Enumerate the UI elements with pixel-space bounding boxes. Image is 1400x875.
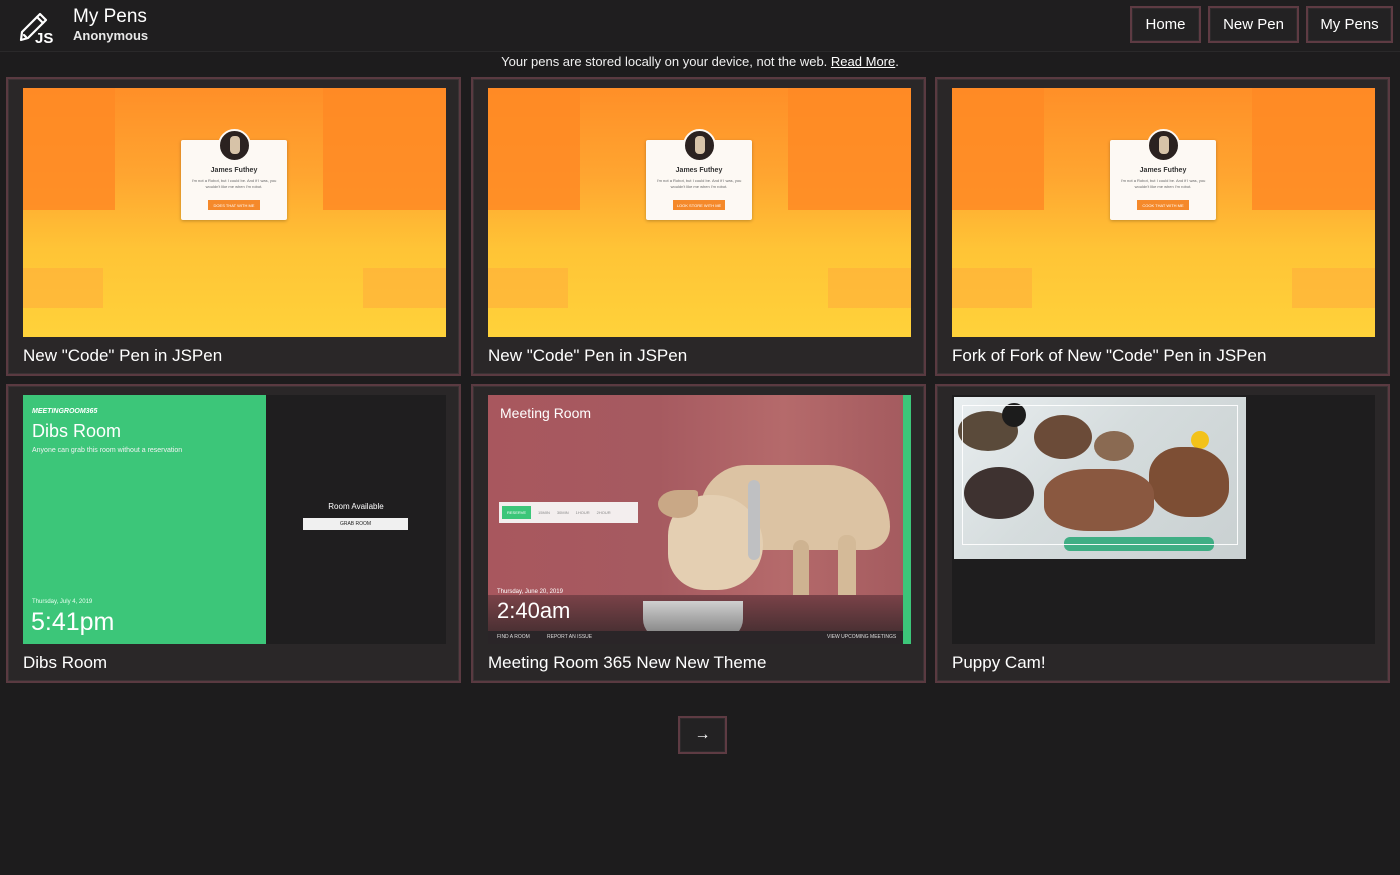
dibs-status-panel: MEETINGROOM365 Dibs Room Anyone can grab… (23, 395, 266, 644)
pen-title[interactable]: Dibs Room (23, 653, 107, 673)
profile-button: COOK THAT WITH ME (1137, 200, 1189, 210)
thumbnail-shape (323, 88, 446, 210)
pen-thumbnail[interactable] (952, 395, 1375, 644)
dibs-availability: Room Available (328, 502, 384, 511)
thumbnail-shape (1252, 88, 1375, 210)
svg-text:JS: JS (35, 30, 53, 46)
duration-tab: 2HOUR (596, 510, 611, 515)
profile-card: James Futhey I'm not a Robot, but I coul… (181, 129, 287, 220)
pen-card[interactable]: James Futhey I'm not a Robot, but I coul… (6, 77, 461, 376)
profile-card: James Futhey I'm not a Robot, but I coul… (646, 129, 752, 220)
new-pen-button[interactable]: New Pen (1208, 6, 1299, 43)
pen-thumbnail[interactable]: James Futhey I'm not a Robot, but I coul… (488, 88, 911, 337)
next-page-button[interactable]: → (678, 716, 727, 754)
app-header: JS My Pens Anonymous Home New Pen My Pen… (0, 0, 1400, 52)
storage-notice: Your pens are stored locally on your dev… (0, 54, 1400, 69)
profile-bio: I'm not a Robot, but I could be. And if … (656, 178, 742, 189)
pen-card[interactable]: James Futhey I'm not a Robot, but I coul… (935, 77, 1390, 376)
thumbnail-shape (488, 88, 580, 210)
thumbnail-shape (828, 268, 911, 308)
profile-button: DOES THAT WITH ME (208, 200, 260, 210)
duration-tab: 15MIN (538, 510, 550, 515)
report-issue-link: REPORT AN ISSUE (547, 634, 593, 640)
pen-card[interactable]: James Futhey I'm not a Robot, but I coul… (471, 77, 926, 376)
pen-title[interactable]: New "Code" Pen in JSPen (488, 346, 687, 366)
duration-tab: 1HOUR (575, 510, 590, 515)
dibs-description: Anyone can grab this room without a rese… (32, 447, 183, 454)
avatar (1147, 129, 1180, 162)
pen-title[interactable]: Puppy Cam! (952, 653, 1046, 673)
pen-thumbnail[interactable]: James Futhey I'm not a Robot, but I coul… (23, 88, 446, 337)
meeting-date: Thursday, June 20, 2019 (497, 589, 563, 595)
dibs-room-name: Dibs Room (32, 421, 122, 441)
camera-frame (962, 405, 1238, 545)
duration-tab: RESERVE (502, 506, 532, 519)
thumbnail-shape (363, 268, 446, 308)
home-button[interactable]: Home (1130, 6, 1201, 43)
camera-feed (954, 397, 1246, 559)
app-title: My Pens (73, 6, 147, 27)
thumbnail-shape (952, 268, 1032, 308)
profile-name: James Futhey (1139, 167, 1187, 174)
profile-name: James Futhey (675, 167, 723, 174)
profile-bio: I'm not a Robot, but I could be. And if … (191, 178, 277, 189)
pen-card[interactable]: Puppy Cam! (935, 384, 1390, 683)
duration-tabs: RESERVE 15MIN 30MIN 1HOUR 2HOUR (499, 502, 638, 523)
notice-period: . (895, 54, 899, 69)
user-name: Anonymous (73, 28, 149, 43)
thumbnail-shape (788, 88, 911, 210)
upcoming-meetings-link: VIEW UPCOMING MEETINGS (827, 634, 897, 640)
meeting-room-name: Meeting Room (500, 405, 592, 421)
grab-room-button: GRAB ROOM (303, 518, 408, 530)
pen-title[interactable]: Fork of Fork of New "Code" Pen in JSPen (952, 346, 1266, 366)
storage-notice-text: Your pens are stored locally on your dev… (501, 54, 828, 69)
status-stripe (903, 395, 911, 644)
thumbnail-shape (488, 268, 568, 308)
pen-title[interactable]: New "Code" Pen in JSPen (23, 346, 222, 366)
profile-bio: I'm not a Robot, but I could be. And if … (1120, 178, 1206, 189)
pen-card[interactable]: MEETINGROOM365 Dibs Room Anyone can grab… (6, 384, 461, 683)
dibs-brand: MEETINGROOM365 (32, 408, 98, 415)
dibs-time: 5:41pm (31, 608, 115, 636)
my-pens-button[interactable]: My Pens (1306, 6, 1393, 43)
pen-title[interactable]: Meeting Room 365 New New Theme (488, 653, 766, 673)
pencil-js-logo-icon[interactable]: JS (16, 6, 60, 47)
thumbnail-shape (23, 268, 103, 308)
dog-collar-shape (748, 480, 760, 560)
pen-thumbnail[interactable]: MEETINGROOM365 Dibs Room Anyone can grab… (23, 395, 446, 644)
profile-button: LOOK STORE WITH ME (673, 200, 725, 210)
read-more-link[interactable]: Read More (831, 54, 895, 69)
dibs-action-panel: Room Available GRAB ROOM (266, 395, 446, 644)
avatar (683, 129, 716, 162)
avatar (218, 129, 251, 162)
pen-thumbnail[interactable]: James Futhey I'm not a Robot, but I coul… (952, 88, 1375, 337)
thumbnail-shape (952, 88, 1044, 210)
thumbnail-shape (1292, 268, 1375, 308)
pen-thumbnail[interactable]: Meeting Room RESERVE 15MIN 30MIN 1HOUR 2… (488, 395, 911, 644)
profile-card: James Futhey I'm not a Robot, but I coul… (1110, 129, 1216, 220)
profile-name: James Futhey (210, 167, 258, 174)
meeting-time: 2:40am (497, 598, 571, 623)
dog-ear-shape (658, 490, 698, 518)
thumbnail-shape (23, 88, 115, 210)
find-room-link: FIND A ROOM (497, 634, 530, 640)
pen-card[interactable]: Meeting Room RESERVE 15MIN 30MIN 1HOUR 2… (471, 384, 926, 683)
duration-tab: 30MIN (556, 510, 569, 515)
dibs-date: Thursday, July 4, 2019 (32, 599, 93, 605)
